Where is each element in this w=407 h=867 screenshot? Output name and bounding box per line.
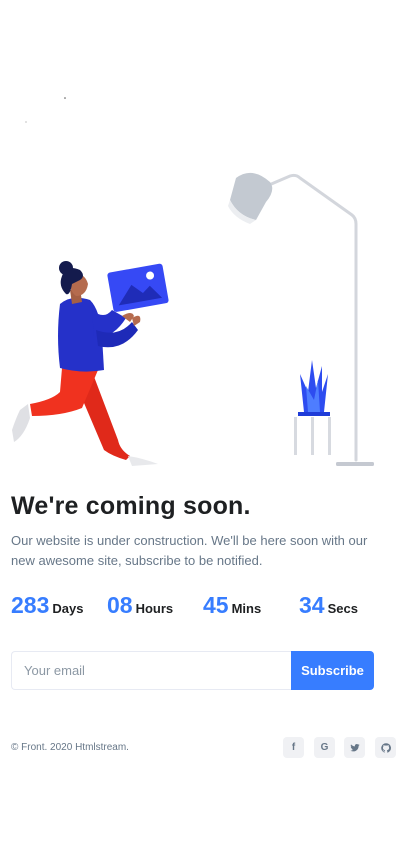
countdown-mins-value: 45: [203, 592, 229, 618]
google-icon: G: [320, 742, 329, 753]
subscribe-form: Subscribe: [11, 651, 374, 690]
countdown-hours-value: 08: [107, 592, 133, 618]
github-button[interactable]: [375, 737, 396, 758]
countdown-days-label: Days: [52, 601, 84, 616]
page-description: Our website is under construction. We'll…: [11, 533, 368, 568]
github-icon: [380, 742, 391, 753]
email-input[interactable]: [11, 651, 304, 690]
google-button[interactable]: G: [314, 737, 335, 758]
countdown-secs: 34 Secs: [299, 592, 358, 619]
countdown-days: 283 Days: [11, 592, 83, 619]
page-title: We're coming soon.: [11, 492, 251, 520]
countdown-secs-label: Secs: [327, 601, 358, 616]
facebook-button[interactable]: f: [283, 737, 304, 758]
countdown-mins: 45 Mins: [203, 592, 261, 619]
plant: [294, 360, 331, 455]
twitter-button[interactable]: [344, 737, 365, 758]
floor-lamp: [228, 172, 374, 466]
social-links: f G: [283, 737, 398, 759]
footer-copyright: © Front. 2020 Htmlstream.: [11, 742, 129, 753]
countdown-secs-value: 34: [299, 592, 325, 618]
picture-frame: [107, 263, 169, 312]
countdown-hours-label: Hours: [135, 601, 174, 616]
facebook-icon: f: [291, 742, 296, 753]
twitter-icon: [349, 743, 360, 751]
coming-soon-illustration: [12, 172, 374, 466]
logo-dots: [25, 97, 66, 123]
countdown-days-value: 283: [11, 592, 50, 618]
countdown-timer: 283 Days 08 Hours 45 Mins 34 Secs: [11, 592, 401, 626]
countdown-mins-label: Mins: [231, 601, 262, 616]
subscribe-button[interactable]: Subscribe: [291, 651, 374, 690]
countdown-hours: 08 Hours: [107, 592, 173, 619]
